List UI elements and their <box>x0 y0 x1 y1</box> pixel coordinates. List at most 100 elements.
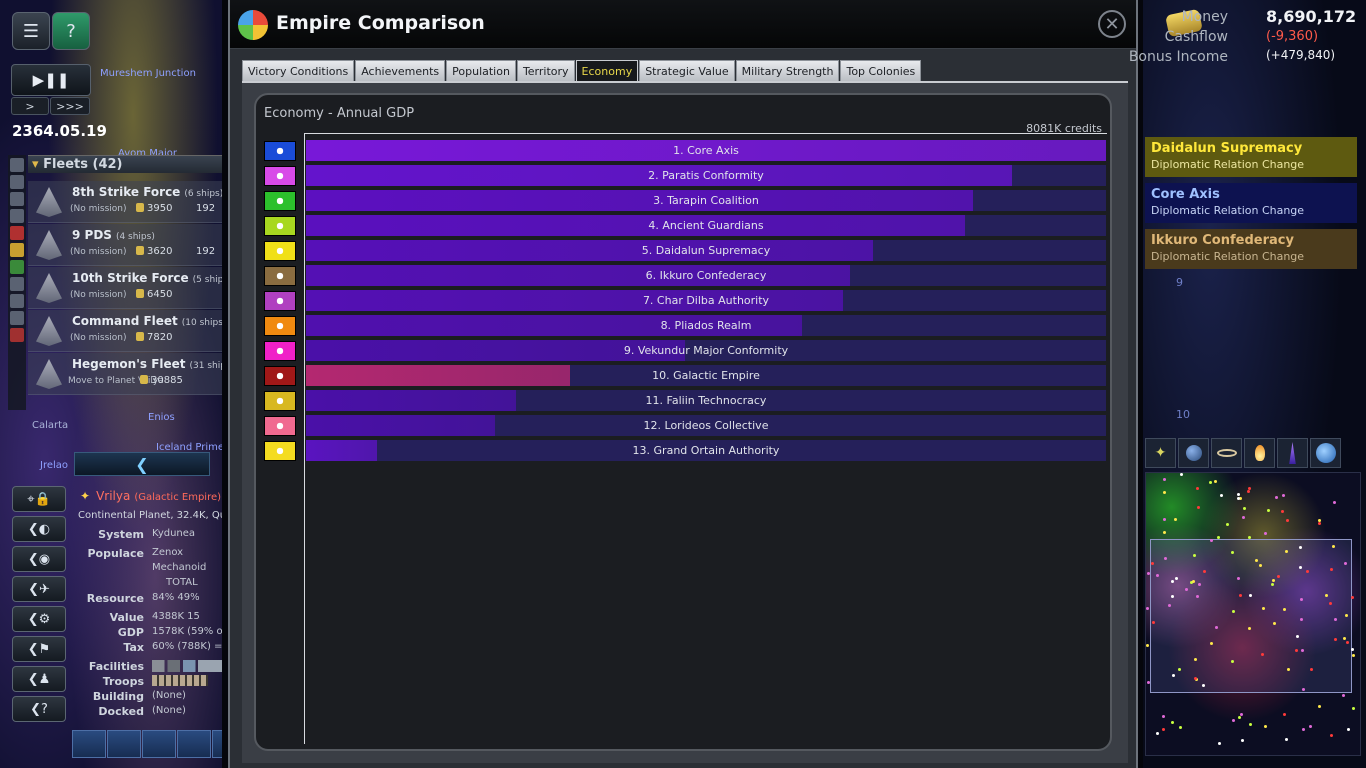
ship-action-button[interactable]: ❮✈ <box>12 576 66 602</box>
facility-icons[interactable] <box>152 660 222 672</box>
ship-icon[interactable] <box>142 730 176 758</box>
empire-flag-icon[interactable] <box>264 391 296 411</box>
filter-icon[interactable] <box>10 158 24 172</box>
empire-flag-icon[interactable] <box>264 241 296 261</box>
filter-icon[interactable] <box>10 175 24 189</box>
planet-view-button[interactable]: ❮◐ <box>12 516 66 542</box>
troops-button[interactable]: ❮♟ <box>12 666 66 692</box>
minimap-star <box>1238 716 1241 719</box>
troop-icons[interactable] <box>152 675 208 686</box>
ship-icon[interactable] <box>107 730 141 758</box>
notification-diplomacy[interactable]: Core Axis Diplomatic Relation Change <box>1145 183 1357 223</box>
filter-icon[interactable] <box>10 311 24 325</box>
filter-icon[interactable] <box>10 294 24 308</box>
filter-icon[interactable] <box>10 277 24 291</box>
empire-flag-icon[interactable] <box>264 141 296 161</box>
fleet-row[interactable]: Command Fleet (10 ships) (No mission) 782… <box>28 310 222 352</box>
minimap-star <box>1147 681 1150 684</box>
fleet-strength: 3950 <box>147 203 173 214</box>
filter-icon[interactable] <box>10 328 24 342</box>
planet-row: Building (None) <box>70 690 222 705</box>
ship-icon[interactable] <box>177 730 211 758</box>
fleet-row[interactable]: 9 PDS (4 ships) (No mission) 3620 192 <box>28 224 222 266</box>
fleet-row[interactable]: 10th Strike Force(5 ships) (No mission) … <box>28 267 222 309</box>
galaxy-view-button[interactable] <box>1310 438 1341 468</box>
empire-flag-icon[interactable] <box>264 166 296 186</box>
empire-flag-icon[interactable] <box>264 441 296 461</box>
minimap-star <box>1264 725 1267 728</box>
fleet-row[interactable]: Hegemon's Fleet(31 ship Move to Planet V… <box>28 353 222 395</box>
empire-flag-icon[interactable] <box>264 266 296 286</box>
tab-population[interactable]: Population <box>446 60 516 83</box>
star-view-button[interactable] <box>1244 438 1275 468</box>
notification-diplomacy[interactable]: Ikkuro Confederacy Diplomatic Relation C… <box>1145 229 1357 269</box>
ship-icon[interactable] <box>212 730 222 758</box>
tab-top-colonies[interactable]: Top Colonies <box>840 60 922 83</box>
fleets-header[interactable]: ▾ Fleets (42) <box>28 155 222 173</box>
settings-button[interactable]: ❮⚙ <box>12 606 66 632</box>
planet-info-panel: ✦ Vrilya (Galactic Empire) Continental Pla… <box>70 486 222 726</box>
planet-row-value[interactable]: Kydunea <box>152 528 195 539</box>
left-game-panel: ☰ ? ▶❚❚ > >>> 2364.05.19 Mureshem Juncti… <box>0 0 222 768</box>
speed-fast-button[interactable]: >>> <box>50 97 90 115</box>
tab-strategic-value[interactable]: Strategic Value <box>639 60 735 83</box>
fleet-row[interactable]: 8th Strike Force (6 ships) (No mission) 3… <box>28 181 222 223</box>
filter-icon[interactable] <box>10 209 24 223</box>
filter-icon[interactable] <box>10 192 24 206</box>
fleet-ship-count: (31 ship <box>189 361 222 371</box>
nebula-view-button[interactable] <box>1277 438 1308 468</box>
minimap-star <box>1243 507 1246 510</box>
help-context-button[interactable]: ❮? <box>12 696 66 722</box>
speed-step-button[interactable]: > <box>11 97 49 115</box>
minimap-star <box>1309 725 1312 728</box>
minimap-star <box>1273 622 1276 625</box>
minimap-star <box>1185 588 1188 591</box>
notification-title: Daidalun Supremacy <box>1151 141 1303 156</box>
tab-territory[interactable]: Territory <box>516 60 575 83</box>
help-button[interactable]: ? <box>52 12 90 50</box>
planet-row-key: GDP <box>117 626 144 639</box>
empire-flag-icon[interactable] <box>264 216 296 236</box>
filter-icon[interactable] <box>10 226 24 240</box>
globe-view-button[interactable] <box>1178 438 1209 468</box>
empire-flag-icon[interactable] <box>264 341 296 361</box>
empire-flag-icon[interactable] <box>264 316 296 336</box>
strength-icon <box>140 375 148 384</box>
play-pause-button[interactable]: ▶❚❚ <box>11 64 91 96</box>
minimap-star <box>1163 478 1166 481</box>
filter-icon[interactable] <box>10 243 24 257</box>
map-label-system: Mureshem Junction <box>100 68 196 79</box>
close-button[interactable]: ✕ <box>1098 10 1126 38</box>
planet-row-value: 84% 49% <box>152 592 200 603</box>
minimap-star <box>1231 551 1234 554</box>
collapse-fleets-button[interactable]: ❮ <box>74 452 210 476</box>
target-lock-button[interactable]: ⌖🔒 <box>12 486 66 512</box>
tab-achievements[interactable]: Achievements <box>355 60 446 83</box>
dialog-titlebar[interactable]: Empire Comparison ✕ <box>230 0 1136 49</box>
tab-military-strength[interactable]: Military Strength <box>735 60 840 83</box>
cashflow-label: Cashflow <box>1164 29 1228 45</box>
empire-flag-icon[interactable] <box>264 191 296 211</box>
tab-economy[interactable]: Economy <box>575 60 639 83</box>
filter-icon[interactable] <box>10 260 24 274</box>
menu-button[interactable]: ☰ <box>12 12 50 50</box>
minimap-star <box>1347 728 1350 731</box>
observe-button[interactable]: ❮◉ <box>12 546 66 572</box>
ringed-planet-view-button[interactable] <box>1211 438 1242 468</box>
galaxy-minimap[interactable] <box>1145 472 1361 756</box>
minimap-star <box>1217 536 1220 539</box>
empire-flag-icon[interactable] <box>264 366 296 386</box>
satellite-view-button[interactable]: ✦ <box>1145 438 1176 468</box>
minimap-star <box>1299 566 1302 569</box>
planet-name[interactable]: Vrilya <box>96 489 130 503</box>
empire-flag-icon[interactable] <box>264 416 296 436</box>
question-icon: ❮? <box>30 701 48 717</box>
notification-diplomacy[interactable]: Daidalun Supremacy Diplomatic Relation C… <box>1145 137 1357 177</box>
tab-victory-conditions[interactable]: Victory Conditions <box>242 60 355 83</box>
flag-button[interactable]: ❮⚑ <box>12 636 66 662</box>
gear-icon: ❮⚙ <box>27 611 51 627</box>
empire-flag-icon[interactable] <box>264 291 296 311</box>
ship-icon[interactable] <box>72 730 106 758</box>
planet-row-value: 60% (788K) = 1 <box>152 641 222 652</box>
minimap-star <box>1215 626 1218 629</box>
